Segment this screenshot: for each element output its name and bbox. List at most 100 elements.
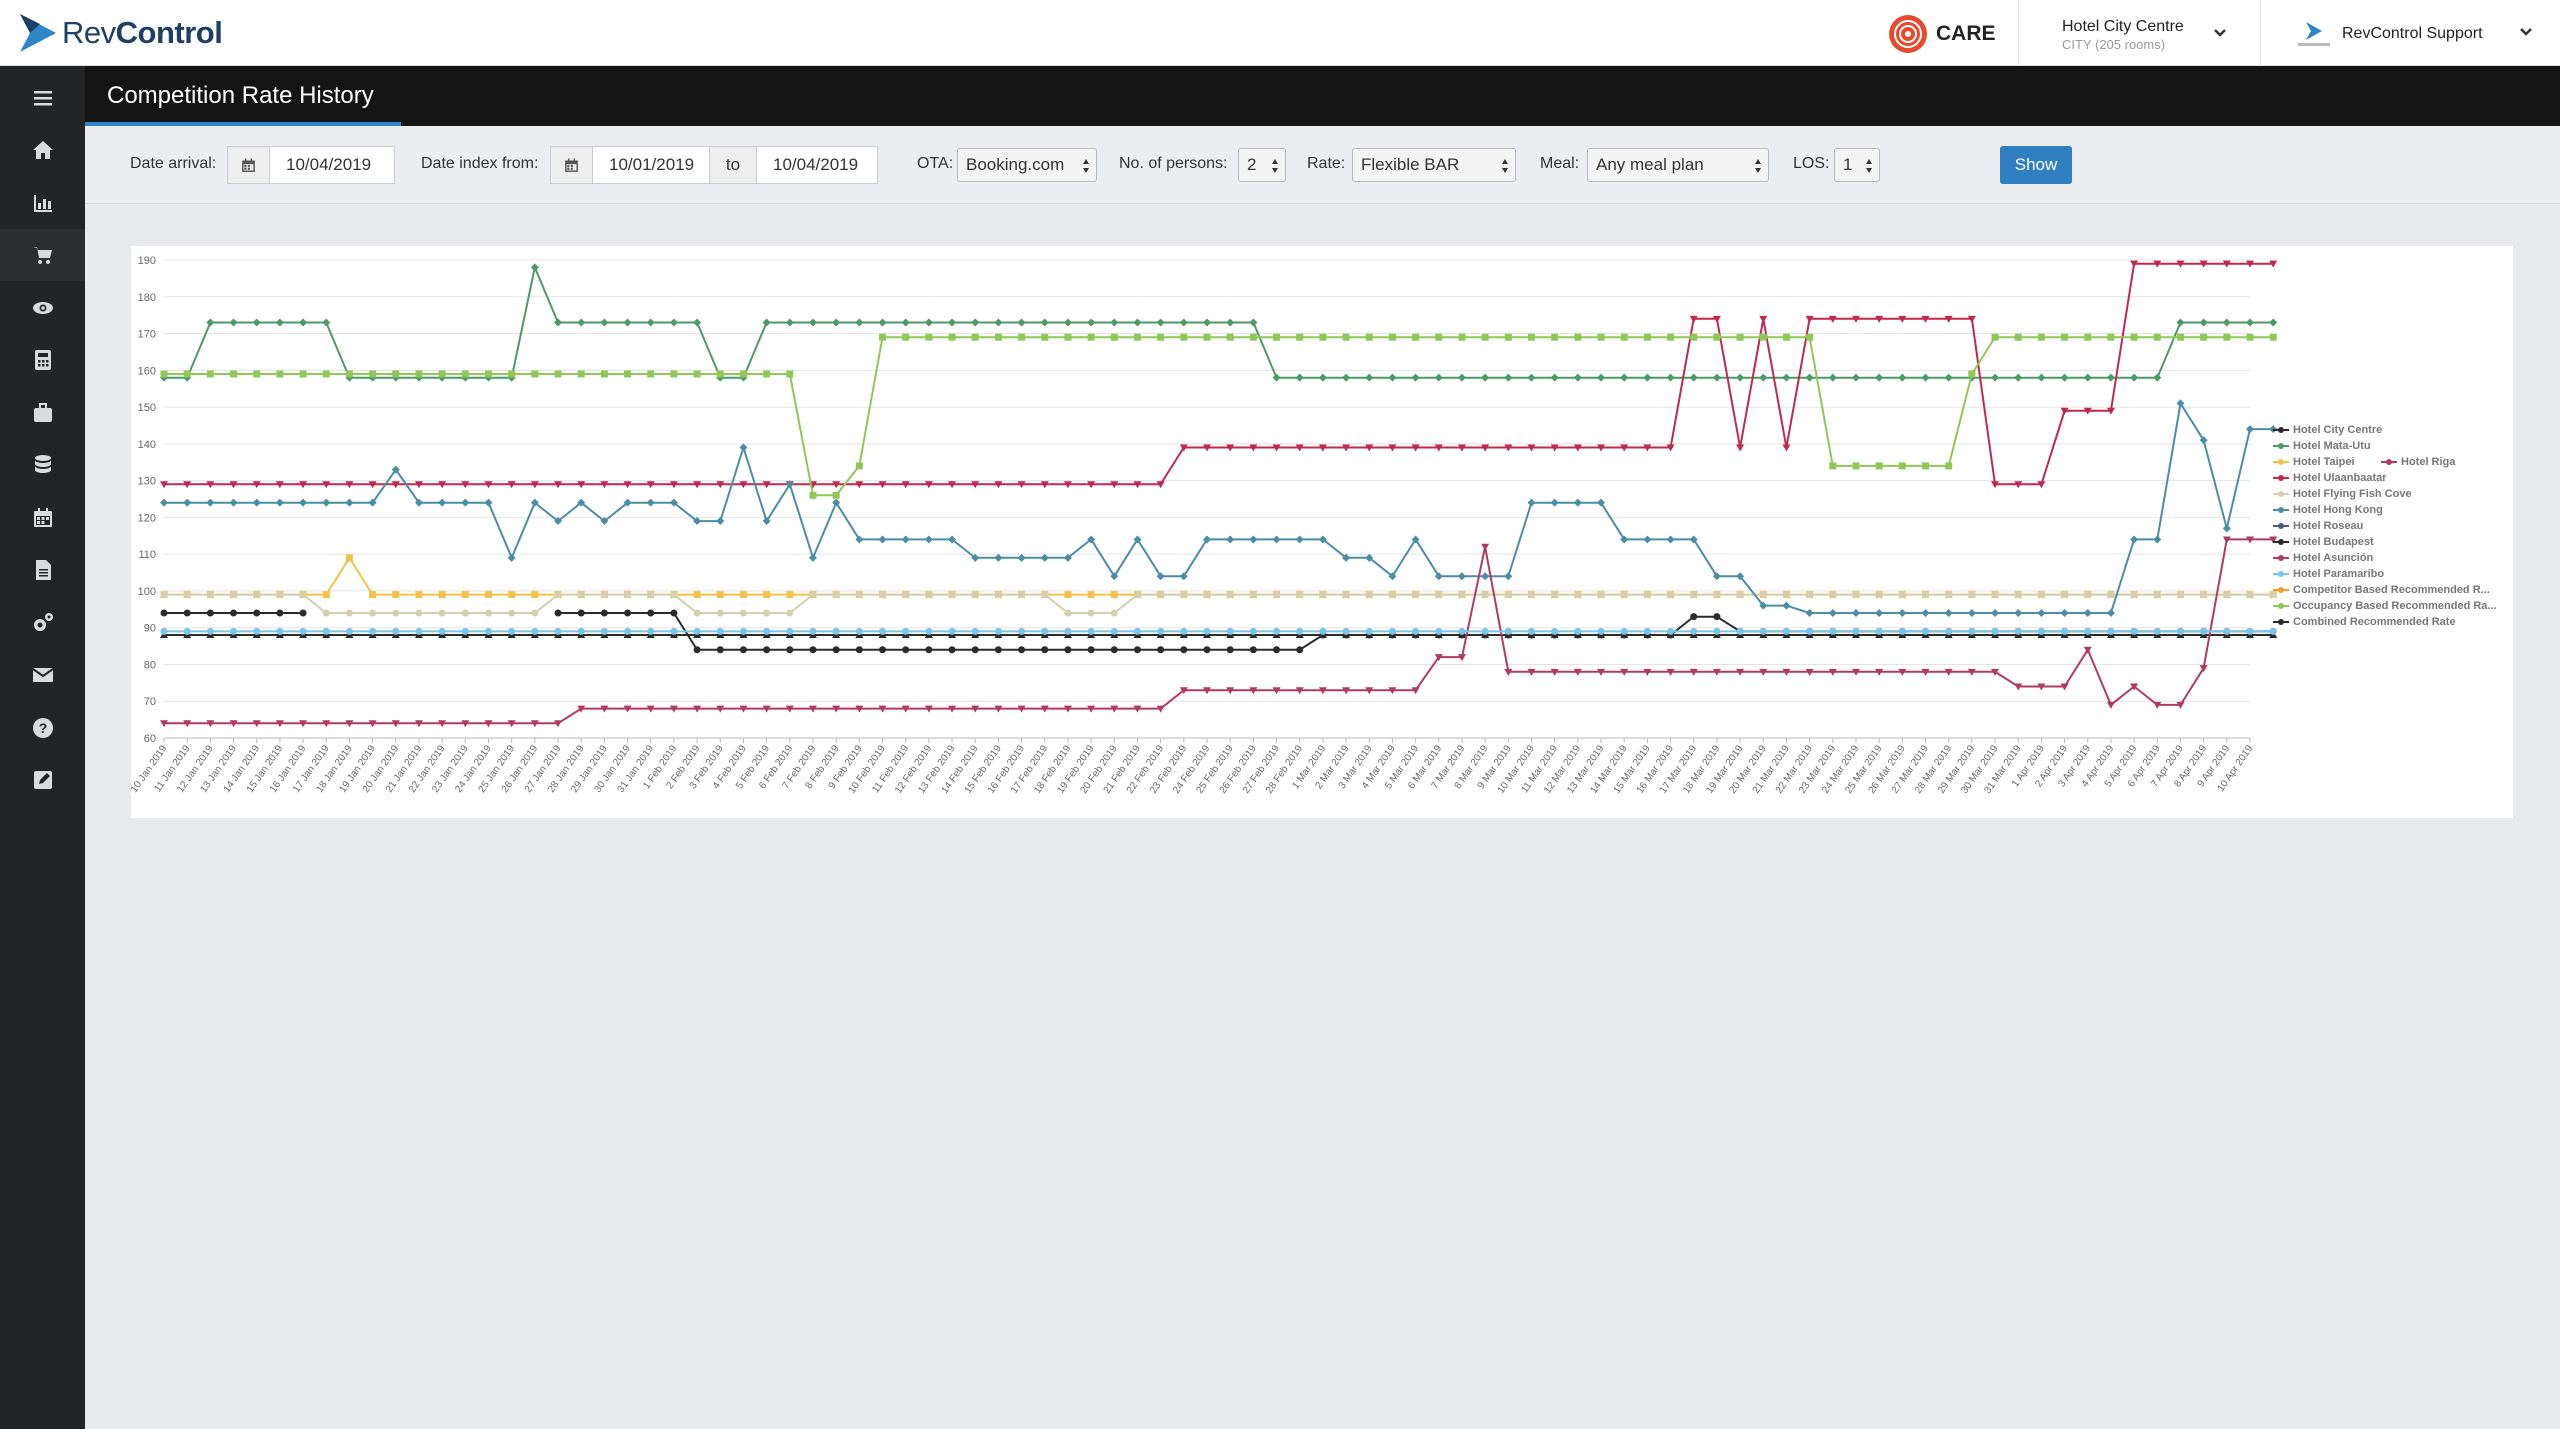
sidebar-item-documents[interactable] (0, 544, 85, 596)
data-point (902, 646, 910, 654)
data-point (1805, 373, 1814, 382)
legend-item[interactable]: Hotel Ulaanbaatar (2273, 472, 2387, 484)
legend-label: Hotel City Centre (2293, 424, 2383, 436)
data-point (1226, 318, 1235, 327)
data-point (2014, 373, 2023, 382)
data-point (1087, 333, 1095, 341)
sidebar-item-monitor[interactable] (0, 282, 85, 334)
sidebar-item-reports[interactable] (0, 177, 85, 229)
legend-item[interactable]: Hotel Asunción (2273, 552, 2373, 564)
data-point (530, 263, 539, 272)
data-point (275, 498, 284, 507)
sidebar-item-settings[interactable] (0, 597, 85, 649)
legend-item[interactable]: Hotel Mata-Utu (2273, 440, 2371, 452)
data-point (971, 591, 979, 599)
calendar-button[interactable] (551, 147, 593, 183)
data-point (994, 318, 1003, 327)
sidebar-item-bookings[interactable] (0, 387, 85, 439)
chevron-down-icon[interactable] (2213, 28, 2227, 38)
data-point (1667, 627, 1675, 635)
data-point (2153, 591, 2161, 599)
revcontrol-logo[interactable]: RevControl (18, 12, 223, 54)
los-select[interactable]: 1 (1834, 148, 1880, 182)
data-point (276, 627, 284, 635)
meal-select[interactable]: Any meal plan (1587, 148, 1769, 182)
data-point (809, 646, 817, 654)
data-point (508, 370, 516, 378)
legend-item[interactable]: Occupancy Based Recommended Ra... (2273, 600, 2497, 612)
data-point (206, 609, 214, 617)
legend-item[interactable]: Hotel Roseau (2273, 520, 2363, 532)
data-point (1945, 462, 1953, 470)
chevron-down-icon[interactable] (2519, 27, 2533, 37)
data-point (647, 627, 655, 635)
data-point (508, 627, 516, 635)
legend-item[interactable]: Hotel Hong Kong (2273, 504, 2383, 516)
date-from-field[interactable]: 10/01/2019 (550, 146, 710, 184)
show-button[interactable]: Show (2000, 146, 2072, 184)
ota-select[interactable]: Booking.com (957, 148, 1097, 182)
data-point (2060, 373, 2069, 382)
sidebar-item-help[interactable]: ? (0, 702, 85, 754)
legend-item[interactable]: Hotel Riga (2381, 456, 2455, 468)
data-point (647, 609, 655, 617)
data-point (1504, 627, 1512, 635)
envelope-icon (31, 668, 54, 682)
sidebar-item-messages[interactable] (0, 649, 85, 701)
data-point (1991, 608, 2000, 617)
legend-item[interactable]: Hotel Budapest (2273, 536, 2374, 548)
ota-label: OTA: (917, 155, 954, 172)
data-point (160, 627, 168, 635)
data-point (554, 627, 562, 635)
data-point (322, 591, 330, 599)
data-point (1110, 333, 1118, 341)
data-point (1180, 591, 1188, 599)
data-point (1851, 608, 1860, 617)
legend-item[interactable]: Hotel City Centre (2273, 424, 2382, 436)
date-arrival-field[interactable]: 10/04/2019 (227, 146, 395, 184)
data-point (2061, 591, 2069, 599)
sidebar-item-shop[interactable] (0, 229, 85, 281)
data-point (1133, 591, 1141, 599)
calendar-button[interactable] (228, 147, 270, 183)
legend-item[interactable]: Combined Recommended Rate (2273, 616, 2456, 628)
rate-select[interactable]: Flexible BAR (1352, 148, 1516, 182)
user-menu[interactable]: RevControl Support (2296, 20, 2483, 48)
data-point (1713, 333, 1721, 341)
data-point (1666, 373, 1675, 382)
sidebar: ? (0, 66, 85, 1429)
data-point (1504, 373, 1513, 382)
legend-item[interactable]: Hotel Flying Fish Cove (2273, 488, 2412, 500)
data-point (1017, 553, 1026, 562)
meal-value: Any meal plan (1596, 155, 1704, 174)
data-point (739, 609, 747, 617)
data-point (1481, 333, 1489, 341)
sidebar-item-calculator[interactable] (0, 334, 85, 386)
sidebar-item-calendar[interactable] (0, 492, 85, 544)
data-point (1852, 591, 1860, 599)
y-tick-label: 160 (138, 365, 156, 377)
legend-item[interactable]: Hotel Taipei (2273, 456, 2355, 468)
menu-toggle[interactable] (0, 72, 85, 124)
data-point (206, 370, 214, 378)
sidebar-item-data[interactable] (0, 439, 85, 491)
legend-item[interactable]: Competitor Based Recommended R... (2273, 584, 2490, 596)
legend-item[interactable]: Hotel Paramaribo (2273, 568, 2384, 580)
data-point (392, 609, 400, 617)
care-button[interactable]: CARE (1888, 14, 1996, 54)
sidebar-item-edit[interactable] (0, 754, 85, 806)
data-point (206, 318, 215, 327)
data-point (2084, 333, 2092, 341)
data-point (1249, 627, 1257, 635)
series-line (164, 336, 2274, 497)
sidebar-item-home[interactable] (0, 124, 85, 176)
data-point (2083, 373, 2092, 382)
persons-select[interactable]: 2 (1238, 148, 1286, 182)
data-point (415, 609, 423, 617)
data-point (345, 627, 353, 635)
data-point (1458, 333, 1466, 341)
data-point (1690, 591, 1698, 599)
data-point (275, 318, 284, 327)
date-to-field[interactable]: 10/04/2019 (756, 146, 878, 184)
data-point (1110, 591, 1118, 599)
